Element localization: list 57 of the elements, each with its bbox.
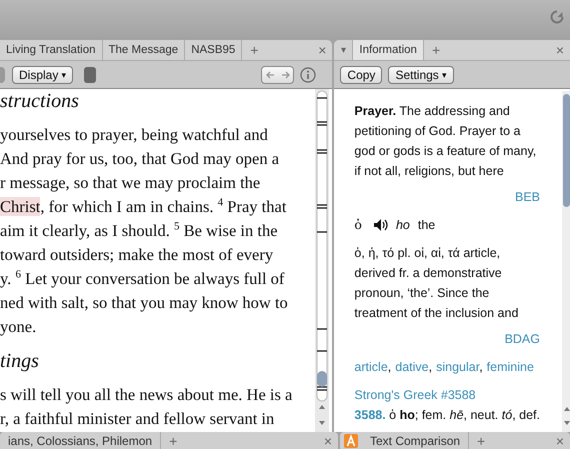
tab[interactable]: ians, Colossians, Philemon xyxy=(0,432,162,449)
scrollbar[interactable] xyxy=(562,91,570,432)
strongs-link[interactable]: Strong's Greek #3588 xyxy=(354,385,540,405)
speaker-icon[interactable] xyxy=(374,219,388,231)
text-line: toward outsiders; make the most of every xyxy=(0,244,274,266)
close-button[interactable]: × xyxy=(318,432,338,449)
letter-a-icon[interactable] xyxy=(344,434,358,448)
separator: , xyxy=(388,360,392,374)
tag-link[interactable]: singular xyxy=(436,360,480,374)
back-arrow-icon xyxy=(266,70,274,78)
separator: , xyxy=(428,360,432,374)
lemma: ὁ xyxy=(354,216,362,234)
close-button[interactable]: × xyxy=(550,432,570,449)
settings-button[interactable]: Settings ▾ xyxy=(388,66,454,84)
text-line: yone. xyxy=(0,316,38,338)
tab[interactable]: The Message xyxy=(102,40,186,60)
gloss: the xyxy=(418,217,436,234)
tag-link[interactable]: feminine xyxy=(486,360,534,374)
text-line: s will tell you all the news about me. He is a xyxy=(0,384,294,406)
text-line: ned with salt, so that you may know how to xyxy=(0,292,289,314)
source-link[interactable]: BEB xyxy=(514,187,540,207)
strongs-text: 3588. ὁ ho; fem. hē, neut. tó, def. xyxy=(354,407,540,424)
tab[interactable]: NASB95 xyxy=(185,40,242,60)
new-tab-button[interactable]: + xyxy=(469,432,494,449)
close-button[interactable]: × xyxy=(550,40,570,60)
text-line: r message, so that we may proclaim the xyxy=(0,172,262,194)
separator: , xyxy=(479,360,483,374)
back-forward-buttons[interactable] xyxy=(261,66,294,84)
tab[interactable]: Information xyxy=(353,40,424,60)
text-line: aim it clearly, as I should. $^{5}$ Be wise in the xyxy=(0,220,279,242)
display-button[interactable]: Display ▾ xyxy=(12,66,74,84)
article-text: ὁ, ἡ, τό pl. οἱ, αἱ, τά article, derived fr. a demonstrative pronoun, ‘the’. Since the treatment of the inclusion and xyxy=(354,245,520,322)
tag-link[interactable]: dative xyxy=(395,360,429,374)
forward-arrow-icon xyxy=(282,70,290,78)
info-icon[interactable] xyxy=(300,66,316,82)
toolbar-button[interactable] xyxy=(0,66,5,82)
tab[interactable]: Text Comparison xyxy=(362,432,470,449)
new-tab-button[interactable]: + xyxy=(242,40,266,60)
panel-icon[interactable] xyxy=(84,66,96,82)
text-line: r, a faithful minister and fellow servant in xyxy=(0,408,276,430)
copy-button[interactable]: Copy xyxy=(340,66,382,84)
new-tab-button[interactable]: + xyxy=(424,40,448,60)
tab[interactable]: Living Translation xyxy=(0,40,102,60)
article-text: Prayer. The addressing and petitioning of God. Prayer to a god or gods is a feature of many, if not all, religions, but here xyxy=(354,103,538,180)
text-line: y. $^{6}$ Let your conversation be always full of xyxy=(0,268,286,290)
tag-link[interactable]: article xyxy=(354,360,388,374)
text-line: Christ, for which I am in chains. $^{4}$ Pray that xyxy=(0,196,288,218)
transliteration: ho xyxy=(396,217,410,234)
source-link[interactable]: BDAG xyxy=(504,329,540,349)
sync-icon[interactable] xyxy=(550,10,564,24)
text-line: And pray for us, too, that God may open a xyxy=(0,148,280,170)
section-heading: tings xyxy=(0,349,40,374)
new-tab-button[interactable]: + xyxy=(161,432,186,449)
section-heading: structions xyxy=(0,89,80,114)
text-line: yourselves to prayer, being watchful and xyxy=(0,124,269,146)
close-button[interactable]: × xyxy=(312,40,332,60)
scrollbar[interactable] xyxy=(315,89,330,432)
